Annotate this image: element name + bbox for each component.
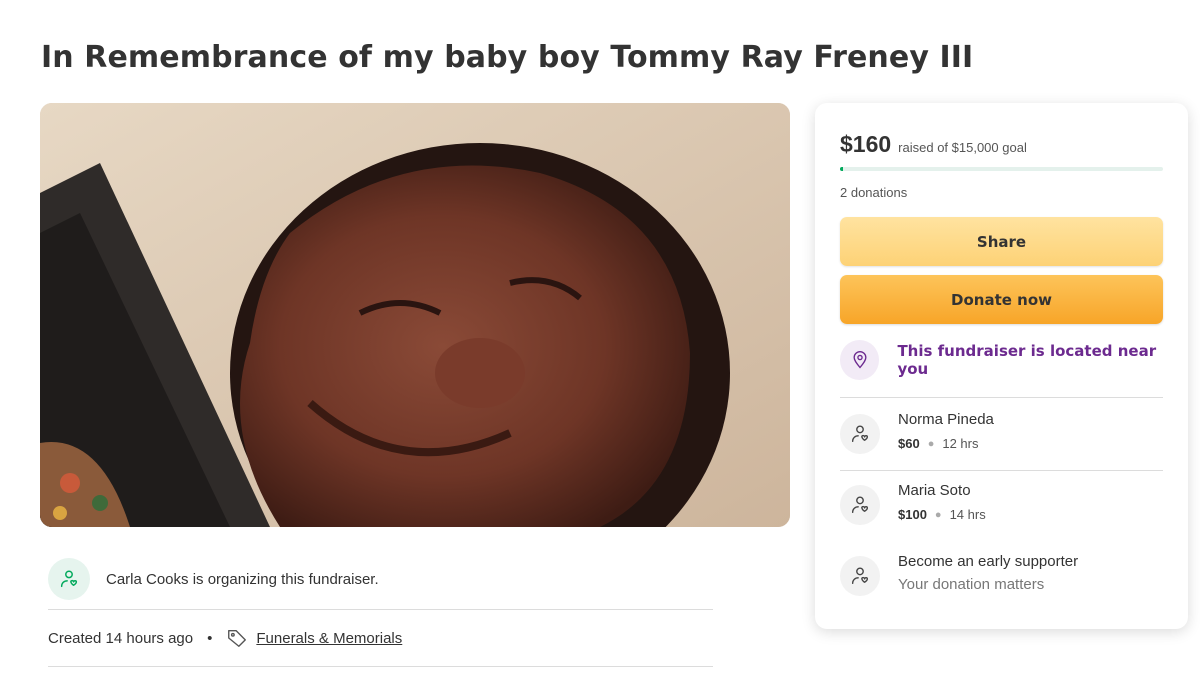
- share-button[interactable]: Share: [840, 217, 1163, 266]
- donor-heart-hand-icon: [840, 485, 880, 525]
- campaign-photo-image: [40, 103, 790, 527]
- donations-count: 2 donations: [840, 185, 908, 200]
- donor-item: Norma Pineda $60 ● 12 hrs: [840, 410, 1170, 454]
- divider: [48, 666, 713, 667]
- donate-now-button[interactable]: Donate now: [840, 275, 1163, 324]
- location-notice: This fundraiser is located near you: [840, 340, 1188, 380]
- dot-separator: ●: [934, 508, 942, 521]
- early-supporter-title: Become an early supporter: [898, 553, 1079, 570]
- progress-fill: [840, 167, 844, 171]
- progress-bar: [840, 167, 1163, 171]
- amount-raised-line: $160 raised of $15,000 goal: [840, 131, 1027, 158]
- donor-name: Maria Soto: [898, 482, 971, 499]
- early-supporter-subtitle: Your donation matters: [898, 576, 1045, 593]
- campaign-photo[interactable]: [40, 103, 790, 527]
- organizer-text: Carla Cooks is organizing this fundraise…: [106, 570, 379, 588]
- amount-raised: $160: [840, 131, 892, 157]
- donor-name: Norma Pineda: [898, 411, 994, 428]
- donor-amount: $60: [898, 436, 920, 451]
- created-time: Created 14 hours ago: [48, 629, 194, 647]
- donor-heart-hand-icon: [840, 414, 880, 454]
- category-link[interactable]: Funerals & Memorials: [256, 630, 402, 647]
- bullet-separator: •: [207, 629, 213, 647]
- early-supporter-heart-hand-icon: [840, 556, 880, 596]
- heart-hand-icon: [48, 558, 90, 600]
- early-supporter-item: Become an early supporter Your donation …: [840, 552, 1170, 596]
- divider: [48, 609, 713, 610]
- tag-icon: [226, 627, 248, 649]
- location-pin-icon: [840, 340, 880, 380]
- donor-amount: $100: [898, 507, 927, 522]
- goal-text: raised of $15,000 goal: [898, 140, 1027, 155]
- divider: [840, 470, 1163, 471]
- page-title: In Remembrance of my baby boy Tommy Ray …: [41, 40, 974, 75]
- organizer-row: Carla Cooks is organizing this fundraise…: [48, 550, 713, 608]
- donor-time: 12 hrs: [942, 436, 979, 451]
- donation-card: $160 raised of $15,000 goal 2 donations …: [815, 103, 1188, 629]
- location-text: This fundraiser is located near you: [897, 342, 1157, 378]
- donor-time: 14 hrs: [949, 507, 986, 522]
- donor-item: Maria Soto $100 ● 14 hrs: [840, 481, 1170, 525]
- divider: [840, 397, 1163, 398]
- meta-row: Created 14 hours ago • Funerals & Memori…: [48, 625, 402, 651]
- dot-separator: ●: [927, 437, 935, 450]
